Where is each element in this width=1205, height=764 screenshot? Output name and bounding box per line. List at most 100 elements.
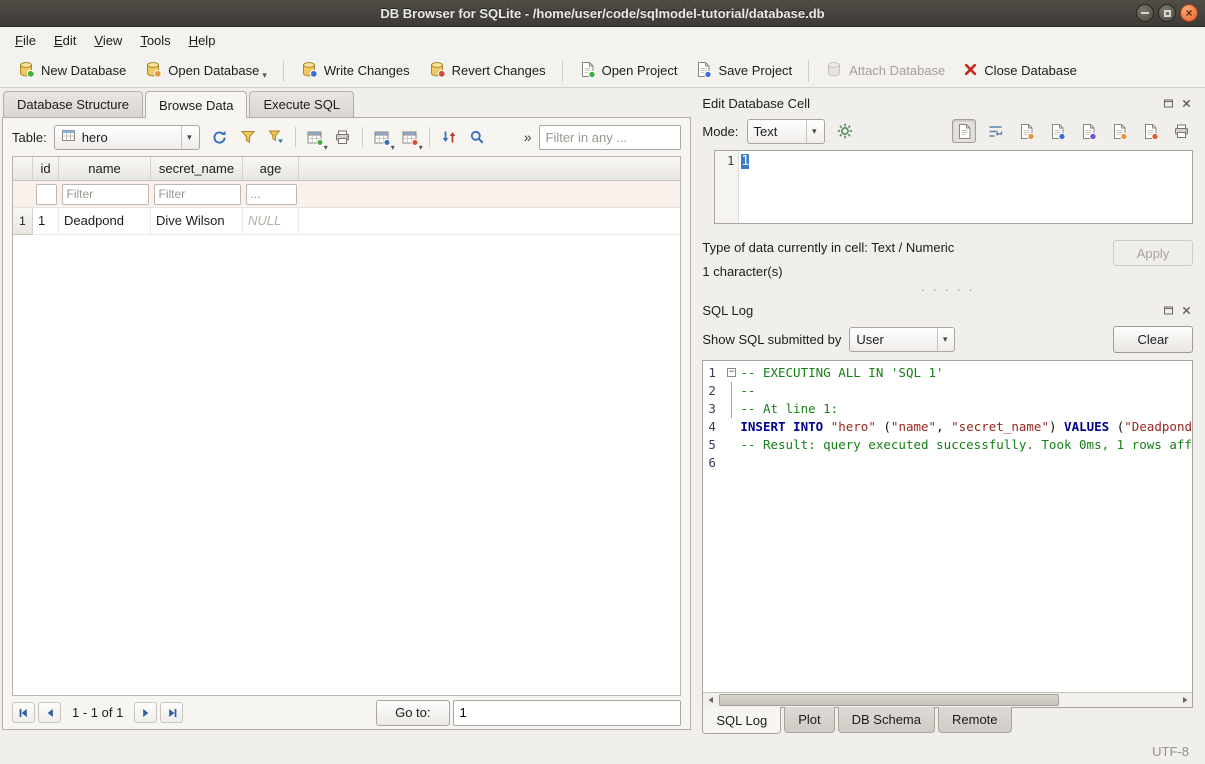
sql-token-string: "Deadpond xyxy=(1124,419,1192,434)
cell-editor-content[interactable]: 1 xyxy=(739,151,751,223)
close-dock-icon[interactable] xyxy=(1180,304,1193,317)
tab-database-structure[interactable]: Database Structure xyxy=(3,91,143,117)
import-data-icon[interactable] xyxy=(1076,119,1100,143)
column-header-name[interactable]: name xyxy=(59,157,151,181)
first-record-button[interactable] xyxy=(12,702,35,723)
minimize-button[interactable] xyxy=(1136,4,1154,22)
grid-filter-row xyxy=(13,181,680,208)
sql-token-plain xyxy=(823,419,831,434)
save-project-button[interactable]: Save Project xyxy=(686,57,801,85)
cell-editor[interactable]: 1 1 xyxy=(714,150,1193,224)
scroll-left-arrow-icon[interactable] xyxy=(703,693,718,707)
clear-button[interactable]: Clear xyxy=(1113,326,1193,353)
text-view-icon[interactable] xyxy=(952,119,976,143)
cell-secret_name[interactable]: Dive Wilson xyxy=(151,208,243,235)
mode-combobox[interactable]: Text ▾ xyxy=(747,119,825,144)
tab-remote[interactable]: Remote xyxy=(938,707,1012,733)
sql-token-comment: -- Result: query executed successfully. … xyxy=(740,437,1192,452)
column-header-age[interactable]: age xyxy=(243,157,299,181)
sql-token-plain: ) xyxy=(1049,419,1064,434)
minimize-icon xyxy=(1141,12,1149,14)
close-database-button[interactable]: Close Database xyxy=(954,58,1086,84)
sql-code: -- Result: query executed successfully. … xyxy=(740,436,1192,454)
print-records-icon[interactable] xyxy=(330,125,356,150)
next-record-button[interactable] xyxy=(134,702,157,723)
scrollbar-thumb[interactable] xyxy=(719,694,1058,706)
refresh-icon[interactable] xyxy=(207,125,233,150)
sql-log-line: 4INSERT INTO "hero" ("name", "secret_nam… xyxy=(703,418,1192,436)
table-combobox[interactable]: hero ▾ xyxy=(54,125,200,150)
cell-name[interactable]: Deadpond xyxy=(59,208,151,235)
filter-input-id[interactable] xyxy=(36,184,57,205)
line-number: 3 xyxy=(703,400,725,418)
sql-token-keyword: VALUES xyxy=(1064,419,1109,434)
row-filler xyxy=(299,208,680,235)
last-record-button[interactable] xyxy=(160,702,183,723)
tab-sql-log[interactable]: SQL Log xyxy=(702,707,781,734)
sql-token-string: "secret_name" xyxy=(951,419,1049,434)
find-in-table-icon[interactable] xyxy=(464,125,490,150)
scrollbar-track[interactable] xyxy=(718,693,1177,707)
menu-item-edit[interactable]: Edit xyxy=(45,29,85,52)
scroll-right-arrow-icon[interactable] xyxy=(1177,693,1192,707)
menu-item-tools[interactable]: Tools xyxy=(131,29,179,52)
float-dock-icon[interactable] xyxy=(1162,304,1175,317)
close-dock-icon[interactable] xyxy=(1180,97,1193,110)
close-database-icon xyxy=(963,62,978,80)
submitter-combobox[interactable]: User ▾ xyxy=(849,327,955,352)
open-project-button[interactable]: Open Project xyxy=(570,57,687,85)
open-database-button[interactable]: Open Database▾ xyxy=(135,56,276,85)
word-wrap-icon[interactable] xyxy=(983,119,1007,143)
table-row[interactable]: 11DeadpondDive WilsonNULL xyxy=(13,208,680,235)
cell-id[interactable]: 1 xyxy=(33,208,59,235)
tab-db-schema[interactable]: DB Schema xyxy=(838,707,935,733)
previous-record-button[interactable] xyxy=(38,702,61,723)
goto-input[interactable] xyxy=(453,700,681,726)
revert-changes-button[interactable]: Revert Changes xyxy=(419,56,555,85)
toolbar-overflow-chevron[interactable]: » xyxy=(524,129,532,145)
new-database-button[interactable]: New Database xyxy=(8,56,135,85)
cell-age[interactable]: NULL xyxy=(243,208,299,235)
tab-execute-sql[interactable]: Execute SQL xyxy=(249,91,354,117)
write-changes-icon xyxy=(300,60,318,81)
insert-record-icon[interactable]: ▾ xyxy=(302,125,328,150)
horizontal-scrollbar[interactable] xyxy=(703,692,1192,707)
filter-input-secret_name[interactable] xyxy=(154,184,241,205)
open-file-icon[interactable] xyxy=(1014,119,1038,143)
sql-log-line: 1−-- EXECUTING ALL IN 'SQL 1' xyxy=(703,364,1192,382)
gear-icon[interactable] xyxy=(833,119,857,143)
clear-all-filters-icon[interactable] xyxy=(235,125,261,150)
fold-marker-icon[interactable]: − xyxy=(725,364,740,382)
cell-editor-line-number: 1 xyxy=(715,151,739,223)
print-cell-icon[interactable] xyxy=(1169,119,1193,143)
filter-any-column-input[interactable] xyxy=(539,125,681,150)
set-null-icon[interactable] xyxy=(1138,119,1162,143)
dock-splitter-handle[interactable] xyxy=(699,286,1196,299)
sql-log-title: SQL Log xyxy=(702,303,753,318)
menu-item-file[interactable]: File xyxy=(6,29,45,52)
save-file-icon[interactable] xyxy=(1045,119,1069,143)
column-header-id[interactable]: id xyxy=(33,157,59,181)
close-window-button[interactable]: × xyxy=(1180,4,1198,22)
write-changes-button[interactable]: Write Changes xyxy=(291,56,419,85)
filter-input-name[interactable] xyxy=(62,184,149,205)
tab-plot[interactable]: Plot xyxy=(784,707,834,733)
cell-char-count: 1 character(s) xyxy=(702,264,1193,279)
goto-button[interactable]: Go to: xyxy=(376,700,449,726)
menu-item-view[interactable]: View xyxy=(85,29,131,52)
jump-to-row-icon[interactable] xyxy=(436,125,462,150)
toolbar-separator xyxy=(295,127,296,147)
export-data-icon[interactable] xyxy=(1107,119,1131,143)
delete-record-icon[interactable]: ▾ xyxy=(397,125,423,150)
grid-corner-header[interactable] xyxy=(13,157,33,181)
tab-browse-data[interactable]: Browse Data xyxy=(145,91,247,118)
filter-input-age[interactable] xyxy=(246,184,297,205)
menu-item-help[interactable]: Help xyxy=(180,29,225,52)
revert-changes-icon xyxy=(428,60,446,81)
column-header-secret_name[interactable]: secret_name xyxy=(151,157,243,181)
grid-header-row: idnamesecret_nameage xyxy=(13,157,680,181)
maximize-button[interactable] xyxy=(1158,4,1176,22)
new-record-icon[interactable]: ▾ xyxy=(369,125,395,150)
float-dock-icon[interactable] xyxy=(1162,97,1175,110)
save-filter-icon[interactable] xyxy=(263,125,289,150)
